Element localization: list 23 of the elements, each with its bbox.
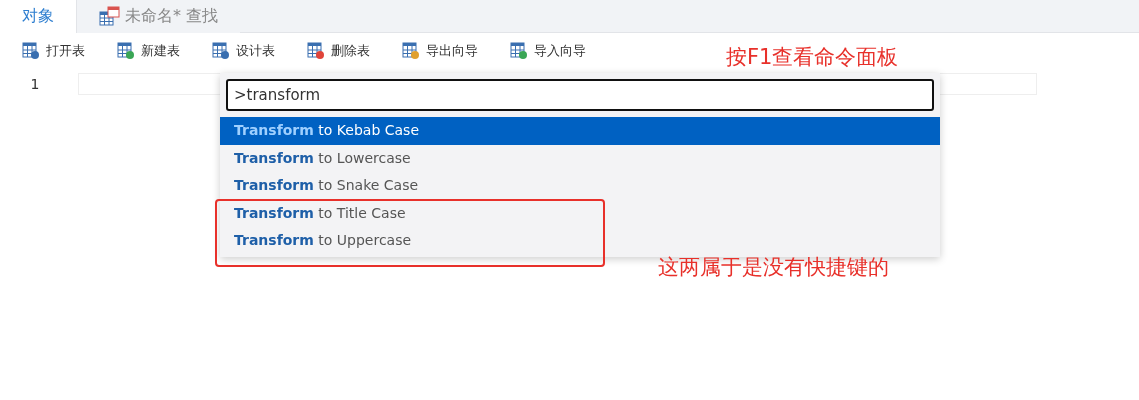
table-icon [402,42,420,60]
annotation-text: 这两属于是没有快捷键的 [658,254,889,281]
tab[interactable]: 对象 [0,0,77,33]
toolbar-button[interactable]: 新建表 [109,38,188,64]
table-icon [510,42,528,60]
command-item[interactable]: Transform to Lowercase [220,144,940,172]
annotation-text: 按F1查看命令面板 [726,44,899,71]
toolbar-button[interactable]: 打开表 [14,38,93,64]
toolbar-button[interactable]: 设计表 [204,38,283,64]
table-icon [22,42,40,60]
command-item[interactable]: Transform to Uppercase [220,227,940,255]
toolbar-button[interactable]: 导入向导 [502,38,594,64]
line-number: 1 [29,76,41,92]
command-item[interactable]: Transform to Kebab Case [220,117,940,145]
command-item[interactable]: Transform to Snake Case [220,172,940,200]
command-input[interactable]: >transform [226,79,934,111]
toolbar-button[interactable]: 删除表 [299,38,378,64]
table-icon [99,5,121,28]
table-icon [117,42,135,60]
table-icon [212,42,230,60]
command-item[interactable]: Transform to Title Case [220,199,940,227]
toolbar-button[interactable]: 导出向导 [394,38,486,64]
table-icon [307,42,325,60]
